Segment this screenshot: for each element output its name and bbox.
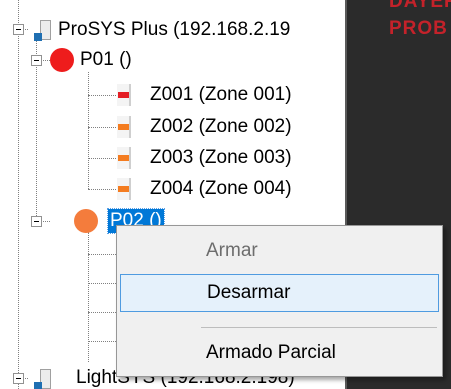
zone-status-icon xyxy=(117,116,131,138)
collapse-toggle[interactable] xyxy=(31,55,42,66)
menu-item-armar[interactable]: Armar xyxy=(120,232,439,270)
menu-item-armado-parcial[interactable]: Armado Parcial xyxy=(120,334,439,372)
tree-node-zone-z001[interactable]: Z001 (Zone 001) xyxy=(148,83,294,107)
tree-line xyxy=(88,189,116,190)
tree-line xyxy=(88,232,89,362)
tree-line xyxy=(88,158,116,159)
tree-node-prosys-plus[interactable]: ProSYS Plus (192.168.2.19 xyxy=(56,18,292,42)
status-text: PROB xyxy=(389,18,448,39)
context-menu: Armar Desarmar Armado Parcial xyxy=(116,225,443,377)
zone-status-icon xyxy=(117,178,131,200)
partition-status-icon xyxy=(50,48,74,72)
menu-item-desarmar[interactable]: Desarmar xyxy=(120,274,439,312)
menu-divider xyxy=(201,327,437,328)
tree-line xyxy=(18,0,19,389)
tree-node-partition-p01[interactable]: P01 () xyxy=(78,48,134,72)
collapse-toggle[interactable] xyxy=(31,216,42,227)
panel-device-icon xyxy=(34,368,52,389)
collapse-toggle[interactable] xyxy=(13,24,24,35)
tree-line xyxy=(88,283,116,284)
tree-line xyxy=(36,40,37,222)
tree-node-zone-z004[interactable]: Z004 (Zone 004) xyxy=(148,177,294,201)
zone-status-icon xyxy=(117,147,131,169)
partition-status-icon xyxy=(74,209,98,233)
expand-toggle[interactable] xyxy=(13,373,24,384)
tree-node-zone-z002[interactable]: Z002 (Zone 002) xyxy=(148,115,294,139)
tree-line xyxy=(88,95,116,96)
tree-line xyxy=(88,312,116,313)
tree-line xyxy=(88,341,116,342)
panel-device-icon xyxy=(34,19,52,41)
tree-line xyxy=(88,127,116,128)
tree-node-zone-z003[interactable]: Z003 (Zone 003) xyxy=(148,146,294,170)
tree-line xyxy=(88,254,116,255)
tree-line xyxy=(88,72,89,189)
zone-status-icon xyxy=(117,84,131,106)
status-text: DAYER xyxy=(389,0,451,12)
